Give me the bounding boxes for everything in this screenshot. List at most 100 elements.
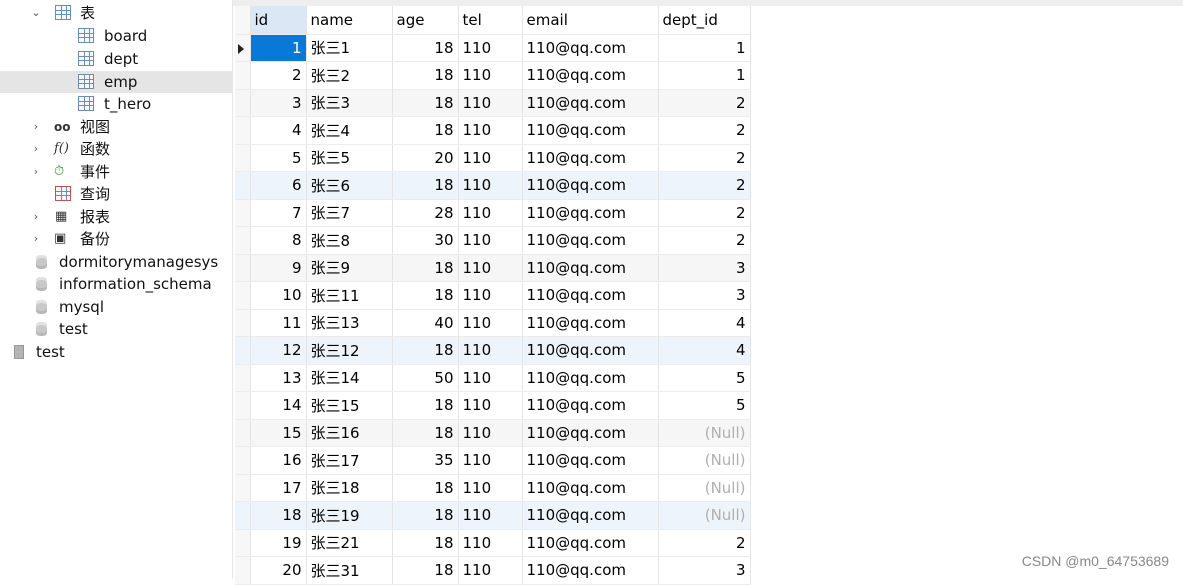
row-indicator[interactable] [235, 254, 251, 282]
cell-tel[interactable]: 110 [458, 556, 523, 585]
table-row[interactable]: 1 张三1 18 110 110@qq.com 1 [235, 34, 751, 62]
cell-dept-id[interactable]: (Null) [658, 419, 751, 447]
tree-folder-views[interactable]: › oo 视图 [0, 116, 232, 138]
cell-age[interactable]: 18 [392, 116, 459, 145]
cell-name[interactable]: 张三13 [306, 309, 393, 337]
chevron-right-icon[interactable]: › [30, 116, 42, 138]
row-indicator[interactable] [235, 446, 251, 475]
cell-email[interactable]: 110@qq.com [522, 309, 659, 337]
table-row[interactable]: 7 张三7 28 110 110@qq.com 2 [235, 199, 751, 227]
cell-id[interactable]: 20 [250, 556, 307, 585]
cell-age[interactable]: 18 [392, 254, 459, 282]
cell-name[interactable]: 张三1 [306, 34, 393, 62]
cell-email[interactable]: 110@qq.com [522, 254, 659, 282]
tree-folder-functions[interactable]: › f() 函数 [0, 138, 232, 160]
cell-email[interactable]: 110@qq.com [522, 364, 659, 392]
cell-tel[interactable]: 110 [458, 529, 523, 557]
row-indicator[interactable] [235, 556, 251, 585]
cell-id[interactable]: 18 [250, 501, 307, 530]
cell-name[interactable]: 张三3 [306, 89, 393, 117]
cell-email[interactable]: 110@qq.com [522, 34, 659, 62]
cell-name[interactable]: 张三11 [306, 281, 393, 310]
cell-tel[interactable]: 110 [458, 364, 523, 392]
cell-tel[interactable]: 110 [458, 199, 523, 227]
cell-tel[interactable]: 110 [458, 391, 523, 420]
cell-age[interactable]: 20 [392, 144, 459, 172]
cell-age[interactable]: 40 [392, 309, 459, 337]
column-header-age[interactable]: age [392, 6, 459, 35]
table-row[interactable]: 14 张三15 18 110 110@qq.com 5 [235, 391, 751, 420]
cell-tel[interactable]: 110 [458, 171, 523, 200]
cell-name[interactable]: 张三5 [306, 144, 393, 172]
row-indicator[interactable] [235, 419, 251, 447]
cell-email[interactable]: 110@qq.com [522, 89, 659, 117]
cell-age[interactable]: 18 [392, 556, 459, 585]
row-indicator[interactable] [235, 281, 251, 310]
column-header-dept-id[interactable]: dept_id [658, 6, 751, 35]
cell-name[interactable]: 张三12 [306, 336, 393, 365]
cell-name[interactable]: 张三18 [306, 474, 393, 502]
cell-tel[interactable]: 110 [458, 446, 523, 475]
cell-tel[interactable]: 110 [458, 226, 523, 255]
cell-dept-id[interactable]: 2 [658, 529, 751, 557]
data-grid[interactable]: id name age tel email dept_id 1 张三1 18 110 1… [235, 6, 751, 585]
cell-tel[interactable]: 110 [458, 61, 523, 90]
cell-id[interactable]: 4 [250, 116, 307, 145]
column-header-name[interactable]: name [306, 6, 393, 35]
tree-table-t-hero[interactable]: t_hero [0, 93, 232, 115]
row-indicator[interactable] [235, 391, 251, 420]
cell-tel[interactable]: 110 [458, 281, 523, 310]
column-header-tel[interactable]: tel [458, 6, 523, 35]
cell-name[interactable]: 张三2 [306, 61, 393, 90]
table-row[interactable]: 10 张三11 18 110 110@qq.com 3 [235, 281, 751, 310]
table-row[interactable]: 9 张三9 18 110 110@qq.com 3 [235, 254, 751, 282]
table-row[interactable]: 18 张三19 18 110 110@qq.com (Null) [235, 501, 751, 530]
row-indicator[interactable] [235, 61, 251, 90]
cell-age[interactable]: 18 [392, 336, 459, 365]
cell-tel[interactable]: 110 [458, 144, 523, 172]
cell-age[interactable]: 18 [392, 474, 459, 502]
row-indicator[interactable] [235, 364, 251, 392]
cell-email[interactable]: 110@qq.com [522, 144, 659, 172]
chevron-right-icon[interactable]: › [30, 138, 42, 160]
cell-email[interactable]: 110@qq.com [522, 199, 659, 227]
cell-id[interactable]: 9 [250, 254, 307, 282]
table-row[interactable]: 17 张三18 18 110 110@qq.com (Null) [235, 474, 751, 502]
cell-tel[interactable]: 110 [458, 309, 523, 337]
cell-id[interactable]: 2 [250, 61, 307, 90]
table-row[interactable]: 6 张三6 18 110 110@qq.com 2 [235, 171, 751, 200]
cell-id[interactable]: 3 [250, 89, 307, 117]
column-header-id[interactable]: id [250, 6, 307, 35]
cell-name[interactable]: 张三8 [306, 226, 393, 255]
cell-email[interactable]: 110@qq.com [522, 336, 659, 365]
tree-table-emp[interactable]: emp [0, 71, 232, 93]
cell-dept-id[interactable]: 5 [658, 391, 751, 420]
cell-age[interactable]: 30 [392, 226, 459, 255]
table-row[interactable]: 3 张三3 18 110 110@qq.com 2 [235, 89, 751, 117]
cell-email[interactable]: 110@qq.com [522, 419, 659, 447]
cell-tel[interactable]: 110 [458, 474, 523, 502]
table-row[interactable]: 11 张三13 40 110 110@qq.com 4 [235, 309, 751, 337]
cell-email[interactable]: 110@qq.com [522, 116, 659, 145]
cell-age[interactable]: 18 [392, 419, 459, 447]
tree-database-information-schema[interactable]: information_schema [0, 273, 232, 295]
cell-dept-id[interactable]: 3 [658, 254, 751, 282]
table-row[interactable]: 19 张三21 18 110 110@qq.com 2 [235, 529, 751, 557]
cell-dept-id[interactable]: 3 [658, 556, 751, 585]
cell-id[interactable]: 14 [250, 391, 307, 420]
row-indicator[interactable] [235, 501, 251, 530]
cell-dept-id[interactable]: 2 [658, 116, 751, 145]
tree-database-dormitorymanagesys[interactable]: dormitorymanagesys [0, 251, 232, 273]
cell-email[interactable]: 110@qq.com [522, 61, 659, 90]
cell-name[interactable]: 张三15 [306, 391, 393, 420]
cell-dept-id[interactable]: 3 [658, 281, 751, 310]
cell-name[interactable]: 张三7 [306, 199, 393, 227]
cell-dept-id[interactable]: 4 [658, 309, 751, 337]
cell-age[interactable]: 28 [392, 199, 459, 227]
row-indicator[interactable] [235, 89, 251, 117]
tree-folder-queries[interactable]: 查询 [0, 183, 232, 205]
cell-id[interactable]: 8 [250, 226, 307, 255]
cell-dept-id[interactable]: 5 [658, 364, 751, 392]
row-indicator[interactable] [235, 144, 251, 172]
cell-dept-id[interactable]: 1 [658, 61, 751, 90]
